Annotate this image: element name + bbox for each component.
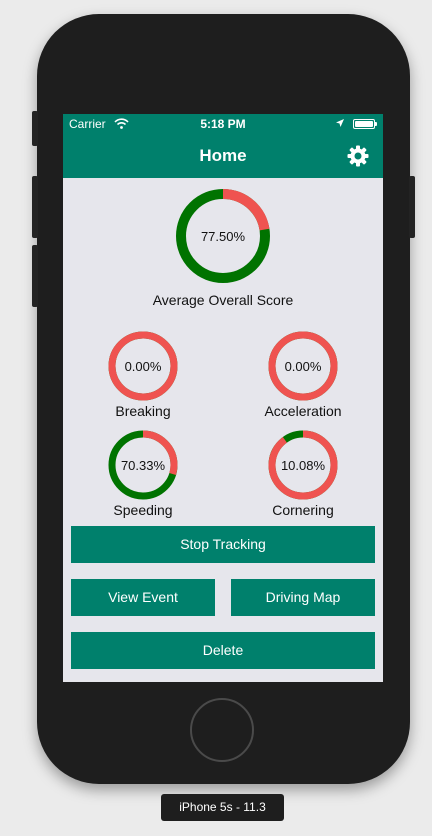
location-arrow-icon [336,119,344,127]
mute-switch [32,111,38,146]
status-bar: Carrier 5:18 PM [63,114,383,134]
app-screen: Carrier 5:18 PM Home 77.50% Average Over… [63,114,383,682]
power-button [409,176,415,238]
overall-score-gauge: 77.50% [176,189,270,283]
breaking-label: Breaking [115,403,171,419]
breaking-value: 0.00% [125,359,162,374]
acceleration-gauge: 0.00% [268,331,338,401]
cornering-gauge: 10.08% [268,430,338,500]
simulator-device-label: iPhone 5s - 11.3 [161,794,284,821]
navigation-bar: Home [63,134,383,178]
speeding-value: 70.33% [121,458,166,473]
view-event-button[interactable]: View Event [71,579,215,616]
volume-down-button [32,245,38,307]
cornering-value: 10.08% [281,458,326,473]
gear-icon[interactable] [346,144,370,168]
acceleration-value: 0.00% [285,359,322,374]
overall-score-value: 77.50% [201,229,246,244]
overall-score-label: Average Overall Score [152,292,294,308]
volume-up-button [32,176,38,238]
speeding-label: Speeding [113,502,173,518]
cornering-label: Cornering [272,502,334,518]
battery-icon [353,119,377,129]
delete-button[interactable]: Delete [71,632,375,669]
stop-tracking-button[interactable]: Stop Tracking [71,526,375,563]
home-button[interactable] [190,698,254,762]
speeding-gauge: 70.33% [108,430,178,500]
breaking-gauge: 0.00% [108,331,178,401]
page-title: Home [199,146,247,165]
driving-map-button[interactable]: Driving Map [231,579,375,616]
acceleration-label: Acceleration [264,403,342,419]
